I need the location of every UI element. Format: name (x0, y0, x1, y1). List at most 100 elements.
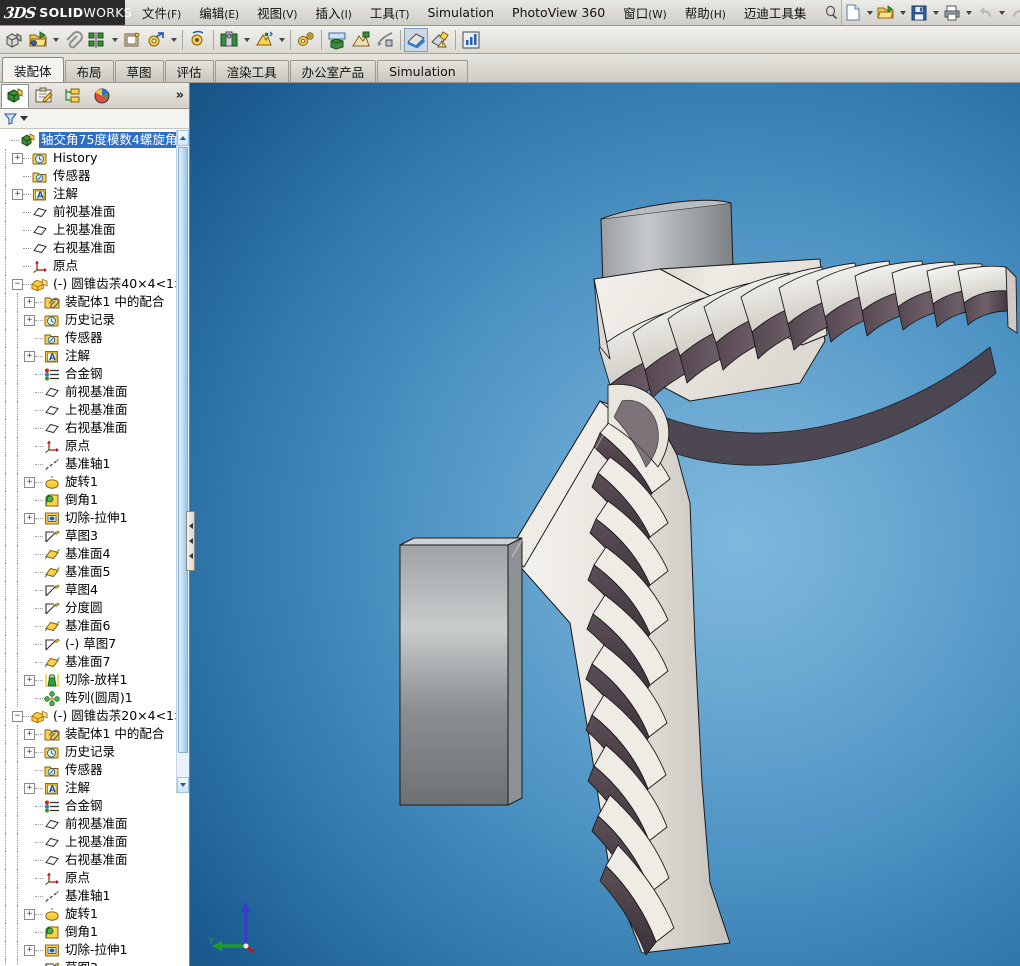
magnifier-area-icon[interactable] (916, 83, 936, 84)
edit-component-icon[interactable] (26, 28, 50, 52)
redo-button[interactable] (1007, 2, 1020, 24)
undo-dropdown-icon[interactable] (996, 2, 1007, 24)
tree-item[interactable]: 草图4 (0, 581, 189, 599)
tree-item[interactable]: 前视基准面 (0, 383, 189, 401)
menu-tools[interactable]: 工具(T) (361, 0, 419, 26)
tree-item[interactable]: 基准面5 (0, 563, 189, 581)
tree-item[interactable]: + 历史记录 (0, 311, 189, 329)
component-pattern-icon[interactable] (85, 28, 109, 52)
tab-render-tools[interactable]: 渲染工具 (214, 60, 289, 82)
insert-component-icon[interactable] (2, 28, 26, 52)
edit-component-dropdown-icon[interactable] (50, 29, 61, 51)
view-orientation-icon[interactable] (968, 83, 988, 84)
interference-icon[interactable] (373, 28, 397, 52)
open-document-dropdown-icon[interactable] (897, 2, 908, 24)
chevron-down-icon[interactable] (20, 116, 28, 121)
tab-assembly[interactable]: 装配体 (2, 57, 64, 82)
expand-plus-icon[interactable]: + (24, 296, 35, 308)
tree-item[interactable]: (-) 草图7 (0, 635, 189, 653)
scroll-down-button[interactable] (177, 777, 189, 793)
tree-item[interactable]: 基准轴1 (0, 455, 189, 473)
expand-plus-icon[interactable]: + (24, 782, 35, 794)
tab-evaluate[interactable]: 评估 (164, 60, 214, 82)
clearance-icon[interactable]: ! (428, 28, 452, 52)
tree-item[interactable]: 上视基准面 (0, 833, 189, 851)
expand-plus-icon[interactable]: + (12, 152, 23, 164)
tree-item[interactable]: 倒角1 (0, 923, 189, 941)
tree-item[interactable]: 传感器 (0, 761, 189, 779)
tree-item[interactable]: 合金钢 (0, 365, 189, 383)
open-document-button[interactable] (875, 2, 897, 24)
tree-item[interactable]: + 切除-放样1 (0, 671, 189, 689)
tree-item[interactable]: 原点 (0, 257, 189, 275)
tab-simulation[interactable]: Simulation (377, 60, 468, 82)
expand-plus-icon[interactable]: + (24, 350, 35, 362)
tree-item[interactable]: 上视基准面 (0, 221, 189, 239)
save-dropdown-icon[interactable] (930, 2, 941, 24)
expand-plus-icon[interactable]: + (24, 746, 35, 758)
tree-item[interactable]: + 旋转1 (0, 905, 189, 923)
tree-item[interactable]: + 装配体1 中的配合 (0, 293, 189, 311)
display-manager-icon[interactable] (88, 84, 116, 108)
panel-splitter-handle[interactable] (186, 511, 195, 571)
tree-item[interactable]: 传感器 (0, 167, 189, 185)
tab-layout[interactable]: 布局 (64, 60, 114, 82)
section-view-icon[interactable] (404, 27, 428, 52)
tree-item[interactable]: 轴交角75度模数4螺旋角30度 (0, 131, 189, 149)
print-button[interactable] (941, 2, 963, 24)
tree-item[interactable]: 倒角1 (0, 491, 189, 509)
collapse-minus-icon[interactable]: − (12, 278, 23, 290)
tree-item[interactable]: 草图3 (0, 959, 189, 966)
tree-item[interactable]: + 切除-拉伸1 (0, 509, 189, 527)
tree-item[interactable]: 草图3 (0, 527, 189, 545)
new-document-dropdown-icon[interactable] (864, 2, 875, 24)
feature-tree-icon[interactable] (1, 83, 29, 108)
move-component-icon[interactable] (144, 28, 168, 52)
bom-gear-icon[interactable] (294, 28, 318, 52)
tree-item[interactable]: 前视基准面 (0, 815, 189, 833)
performance-icon[interactable] (459, 28, 483, 52)
new-document-button[interactable] (842, 2, 864, 24)
menu-view[interactable]: 视图(V) (248, 0, 306, 26)
menu-photoview360[interactable]: PhotoView 360 (503, 1, 614, 24)
tab-sketch[interactable]: 草图 (114, 60, 164, 82)
property-manager-icon[interactable] (30, 84, 58, 108)
menu-insert[interactable]: 插入(I) (307, 0, 361, 26)
tree-item[interactable]: 右视基准面 (0, 851, 189, 869)
assembly-feature-dropdown-icon[interactable] (241, 29, 252, 51)
expand-plus-icon[interactable]: + (24, 908, 35, 920)
print-dropdown-icon[interactable] (963, 2, 974, 24)
expand-plus-icon[interactable]: + (24, 674, 35, 686)
display-style-icon[interactable] (994, 83, 1014, 84)
tree-item[interactable]: − (-) 圆锥齿茮40×4<1> (默 (0, 275, 189, 293)
tree-item[interactable]: 右视基准面 (0, 419, 189, 437)
search-icon[interactable] (821, 5, 841, 20)
motion-study-dropdown-icon[interactable] (276, 29, 287, 51)
motion-study-icon[interactable] (252, 28, 276, 52)
smart-fastener-icon[interactable] (120, 28, 144, 52)
tree-item[interactable]: 原点 (0, 869, 189, 887)
exploded-view-icon[interactable] (325, 28, 349, 52)
tab-office-products[interactable]: 办公室产品 (289, 60, 377, 82)
explode-line-icon[interactable] (349, 28, 373, 52)
tree-item[interactable]: + A 注解 (0, 779, 189, 797)
panel-tabs-overflow-button[interactable]: » (176, 88, 184, 103)
tree-item[interactable]: + 旋转1 (0, 473, 189, 491)
tree-item[interactable]: 基准面6 (0, 617, 189, 635)
save-button[interactable] (908, 2, 930, 24)
tree-item[interactable]: + A 注解 (0, 185, 189, 203)
tree-item[interactable]: 原点 (0, 437, 189, 455)
feature-tree-scrollbar[interactable] (176, 130, 189, 793)
component-pattern-dropdown-icon[interactable] (109, 29, 120, 51)
tree-item[interactable]: 基准面7 (0, 653, 189, 671)
tree-item[interactable]: + 切除-拉伸1 (0, 941, 189, 959)
collapse-minus-icon[interactable]: − (12, 710, 23, 722)
configuration-icon[interactable] (59, 84, 87, 108)
tree-item[interactable]: + History (0, 149, 189, 167)
tree-item[interactable]: 基准轴1 (0, 887, 189, 905)
tree-item[interactable]: 前视基准面 (0, 203, 189, 221)
expand-plus-icon[interactable]: + (12, 188, 23, 200)
menu-file[interactable]: 文件(F) (133, 0, 190, 26)
tree-item[interactable]: 传感器 (0, 329, 189, 347)
show-hide-icon[interactable] (186, 28, 210, 52)
